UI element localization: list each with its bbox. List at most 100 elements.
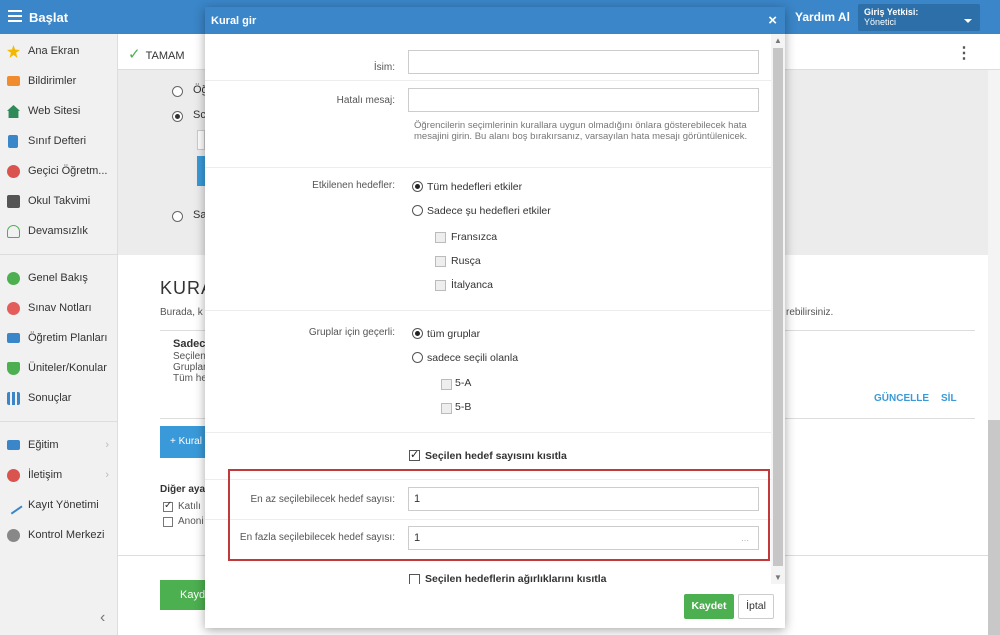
groups-label: Gruplar için geçerli: [308,327,395,338]
grade-icon [7,302,20,315]
gear-icon [7,529,20,542]
bg-rule-title: Sadec [173,338,206,350]
envelope-icon [7,76,20,86]
bg-other-settings: Diğer aya [160,484,206,495]
auth-value: Yönetici [864,17,897,27]
sidebar: Ana Ekran Bildirimler Web Sitesi Sınıf D… [0,34,118,635]
auth-title: Giriş Yetkisi: [864,7,919,17]
sidebar-item-units[interactable]: Üniteler/Konular [0,353,117,383]
target-checkbox-russian[interactable] [435,256,446,267]
sidebar-item-education[interactable]: Eğitim › [0,430,117,460]
sidebar-item-substitute[interactable]: Geçici Öğretm... [0,156,117,186]
sidebar-item-results[interactable]: Sonuçlar [0,383,117,413]
sidebar-item-overview[interactable]: Genel Bakış [0,263,117,293]
ok-button[interactable]: ✓ TAMAM [128,45,184,63]
highlight-frame [228,469,770,561]
groups-some-label: sadece seçili olanla [427,352,519,364]
sidebar-item-grades[interactable]: Sınav Notları [0,293,117,323]
target-label-french: Fransızca [451,231,498,243]
sidebar-item-home[interactable]: Ana Ekran [0,36,117,66]
sidebar-item-absence[interactable]: Devamsızlık [0,216,117,246]
sidebar-item-website[interactable]: Web Sitesi [0,96,117,126]
sidebar-item-control-center[interactable]: Kontrol Merkezi [0,520,117,550]
scroll-down-icon[interactable]: ▼ [774,573,782,582]
limit-count-label: Seçilen hedef sayısını kısıtla [425,450,567,462]
bg-radio-2-label: Sc [193,109,206,121]
row-divider [205,167,771,168]
check-circle-icon [7,272,20,285]
sidebar-item-calendar[interactable]: Okul Takvimi [0,186,117,216]
chat-icon [7,469,20,482]
limit-count-checkbox[interactable] [409,448,420,461]
targets-some-radio[interactable] [412,205,423,216]
row-divider [205,310,771,311]
brand-start[interactable]: Başlat [29,10,68,25]
limit-weights-checkbox[interactable] [409,574,420,584]
menu-icon[interactable] [8,10,22,22]
targets-all-radio[interactable] [412,181,423,192]
update-link[interactable]: GÜNCELLE [874,393,929,404]
dialog-scrollbar[interactable]: ▲ ▼ [771,34,785,584]
bg-rule-line: Seçilen [173,351,206,362]
cancel-button[interactable]: İptal [738,594,774,619]
sidebar-item-plans[interactable]: Öğretim Planları [0,323,117,353]
bg-checkbox-1[interactable]: ✓ [163,500,173,512]
bg-button-fragment [197,156,205,186]
error-message-hint: Öğrencilerin seçimlerinin kurallara uygu… [414,120,748,142]
bg-radio-1[interactable] [172,86,183,97]
groups-all-radio[interactable] [412,328,423,339]
chevron-left-icon[interactable]: ‹ [100,609,105,627]
name-label: İsim: [373,62,395,73]
limit-weights-label: Seçilen hedeflerin ağırlıklarını kısıtla [425,573,607,584]
name-input[interactable] [408,50,759,74]
user-icon [7,165,20,178]
save-button[interactable]: Kaydet [684,594,734,619]
calendar-icon [7,195,20,208]
bg-radio-3[interactable] [172,211,183,222]
bg-description: Burada, k [160,307,203,318]
groups-some-radio[interactable] [412,352,423,363]
sidebar-item-registration[interactable]: Kayıt Yönetimi [0,490,117,520]
sidebar-item-communication[interactable]: İletişim › [0,460,117,490]
book-icon [7,440,20,450]
chevron-right-icon: › [105,439,109,451]
bg-rule-line: Tüm he [173,373,207,384]
rule-dialog: Kural gir × İsim: Hatalı mesaj: Öğrencil… [205,7,785,628]
bg-rule-line: Gruplar [173,362,207,373]
bg-radio-2[interactable] [172,111,183,122]
error-message-input[interactable] [408,88,759,112]
page-scrollbar-thumb[interactable] [988,420,1000,635]
groups-all-label: tüm gruplar [427,328,481,340]
add-rule-button[interactable]: + Kural [160,426,208,458]
error-message-label: Hatalı mesaj: [336,95,395,106]
sidebar-item-notifications[interactable]: Bildirimler [0,66,117,96]
group-checkbox-5a[interactable] [441,379,452,390]
bg-description-end: rebilirsiniz. [786,307,834,318]
star-icon [7,45,20,58]
notebook-icon [8,135,18,148]
scroll-up-icon[interactable]: ▲ [774,36,782,45]
sidebar-divider [0,246,117,255]
chevron-right-icon: › [105,469,109,481]
bg-save-button[interactable]: Kayd [160,580,208,610]
target-checkbox-italian[interactable] [435,280,446,291]
close-icon[interactable]: × [768,12,777,29]
target-label-russian: Rusça [451,255,481,267]
delete-link[interactable]: SİL [941,393,957,404]
bg-checkbox-2[interactable] [163,517,173,527]
bg-checkbox-2-label: Anoni [178,516,204,527]
page-scrollbar-track[interactable] [988,70,1000,420]
briefcase-icon [7,333,20,343]
more-options-icon[interactable]: ⋮ [956,43,972,63]
targets-label: Etkilenen hedefler: [312,180,395,191]
check-icon: ✓ [128,46,141,63]
target-checkbox-french[interactable] [435,232,446,243]
dialog-scrollbar-thumb[interactable] [773,48,783,566]
group-label-5a: 5-A [455,377,472,389]
dialog-header: Kural gir × [205,7,785,34]
group-checkbox-5b[interactable] [441,403,452,414]
help-link[interactable]: Yardım Al [795,10,850,24]
sidebar-item-class-book[interactable]: Sınıf Defteri [0,126,117,156]
bar-chart-icon [7,392,20,405]
auth-role-select[interactable]: Giriş Yetkisi: Yönetici [858,4,980,31]
